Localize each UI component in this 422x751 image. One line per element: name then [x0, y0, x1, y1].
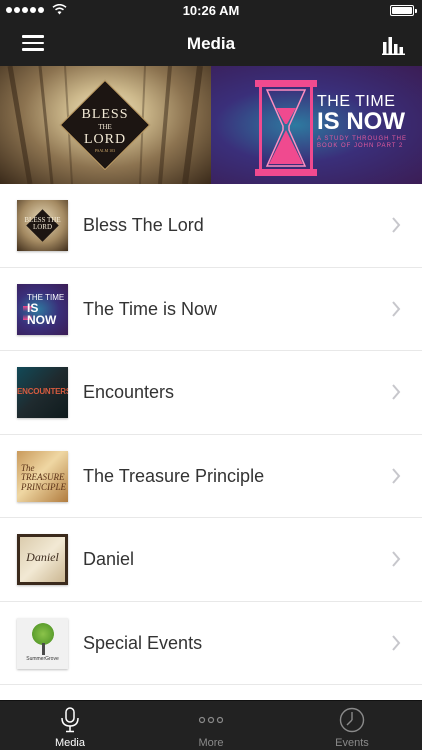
list-item[interactable]: SummerGrove Special Events — [0, 601, 422, 685]
status-time: 10:26 AM — [182, 3, 240, 18]
series-thumbnail: SummerGrove — [17, 617, 68, 669]
series-title: Bless The Lord — [83, 215, 204, 235]
series-title: The Treasure Principle — [83, 465, 265, 486]
series-thumbnail: ENCOUNTERS — [17, 367, 68, 418]
series-thumbnail: THE TIME IS NOW — [17, 283, 68, 335]
chevron-right-icon — [392, 300, 401, 317]
series-title: Special Events — [83, 632, 203, 653]
series-thumbnail: The TREASURE PRINCIPLE — [17, 450, 68, 502]
nav-bar: Media — [0, 22, 422, 66]
clock-icon — [339, 707, 365, 733]
banner-time-title: THE TIME IS NOW A STUDY THROUGH THE BOOK… — [317, 93, 408, 150]
series-thumbnail: Daniel — [17, 534, 68, 585]
series-thumbnail: BLESS THE LORD — [17, 200, 68, 251]
list-item[interactable]: ENCOUNTERS Encounters — [0, 351, 422, 435]
chevron-right-icon — [392, 467, 401, 484]
bar-chart-icon[interactable] — [382, 33, 406, 55]
chevron-right-icon — [392, 634, 401, 651]
banner-bless-title: BLESS THE LORD PSALM 103 — [81, 107, 129, 153]
series-title: The Time is Now — [83, 298, 218, 319]
series-title: Encounters — [83, 382, 175, 402]
tab-label: Events — [335, 737, 369, 749]
tab-label: Media — [55, 737, 85, 749]
banner-bless-the-lord[interactable]: BLESS THE LORD PSALM 103 — [0, 66, 211, 184]
series-title: Daniel — [83, 549, 135, 569]
featured-banner: BLESS THE LORD PSALM 103 THE TIME IS NOW… — [0, 66, 422, 184]
tab-events[interactable]: Events — [282, 701, 422, 751]
status-bar: 10:26 AM — [0, 0, 422, 22]
list-item[interactable]: Daniel Daniel — [0, 518, 422, 602]
chevron-right-icon — [392, 384, 401, 400]
list-item[interactable]: BLESS THE LORD Bless The Lord — [0, 184, 422, 268]
hourglass-icon — [255, 80, 317, 176]
media-series-list: BLESS THE LORD Bless The Lord THE TIME IS… — [0, 184, 422, 685]
tab-bar: Media More Events — [0, 700, 422, 750]
more-dots-icon — [199, 716, 223, 724]
chevron-right-icon — [392, 217, 401, 233]
banner-the-time-is-now[interactable]: THE TIME IS NOW A STUDY THROUGH THE BOOK… — [211, 66, 422, 184]
list-item[interactable]: The TREASURE PRINCIPLE The Treasure Princi… — [0, 434, 422, 518]
tab-media[interactable]: Media — [0, 701, 140, 751]
chevron-right-icon — [392, 551, 401, 567]
list-item[interactable]: THE TIME IS NOW The Time is Now — [0, 267, 422, 351]
page-title: Media — [186, 34, 236, 53]
microphone-icon — [61, 707, 79, 733]
battery-icon — [390, 5, 417, 16]
tab-more[interactable]: More — [141, 701, 281, 751]
tab-label: More — [198, 737, 224, 749]
